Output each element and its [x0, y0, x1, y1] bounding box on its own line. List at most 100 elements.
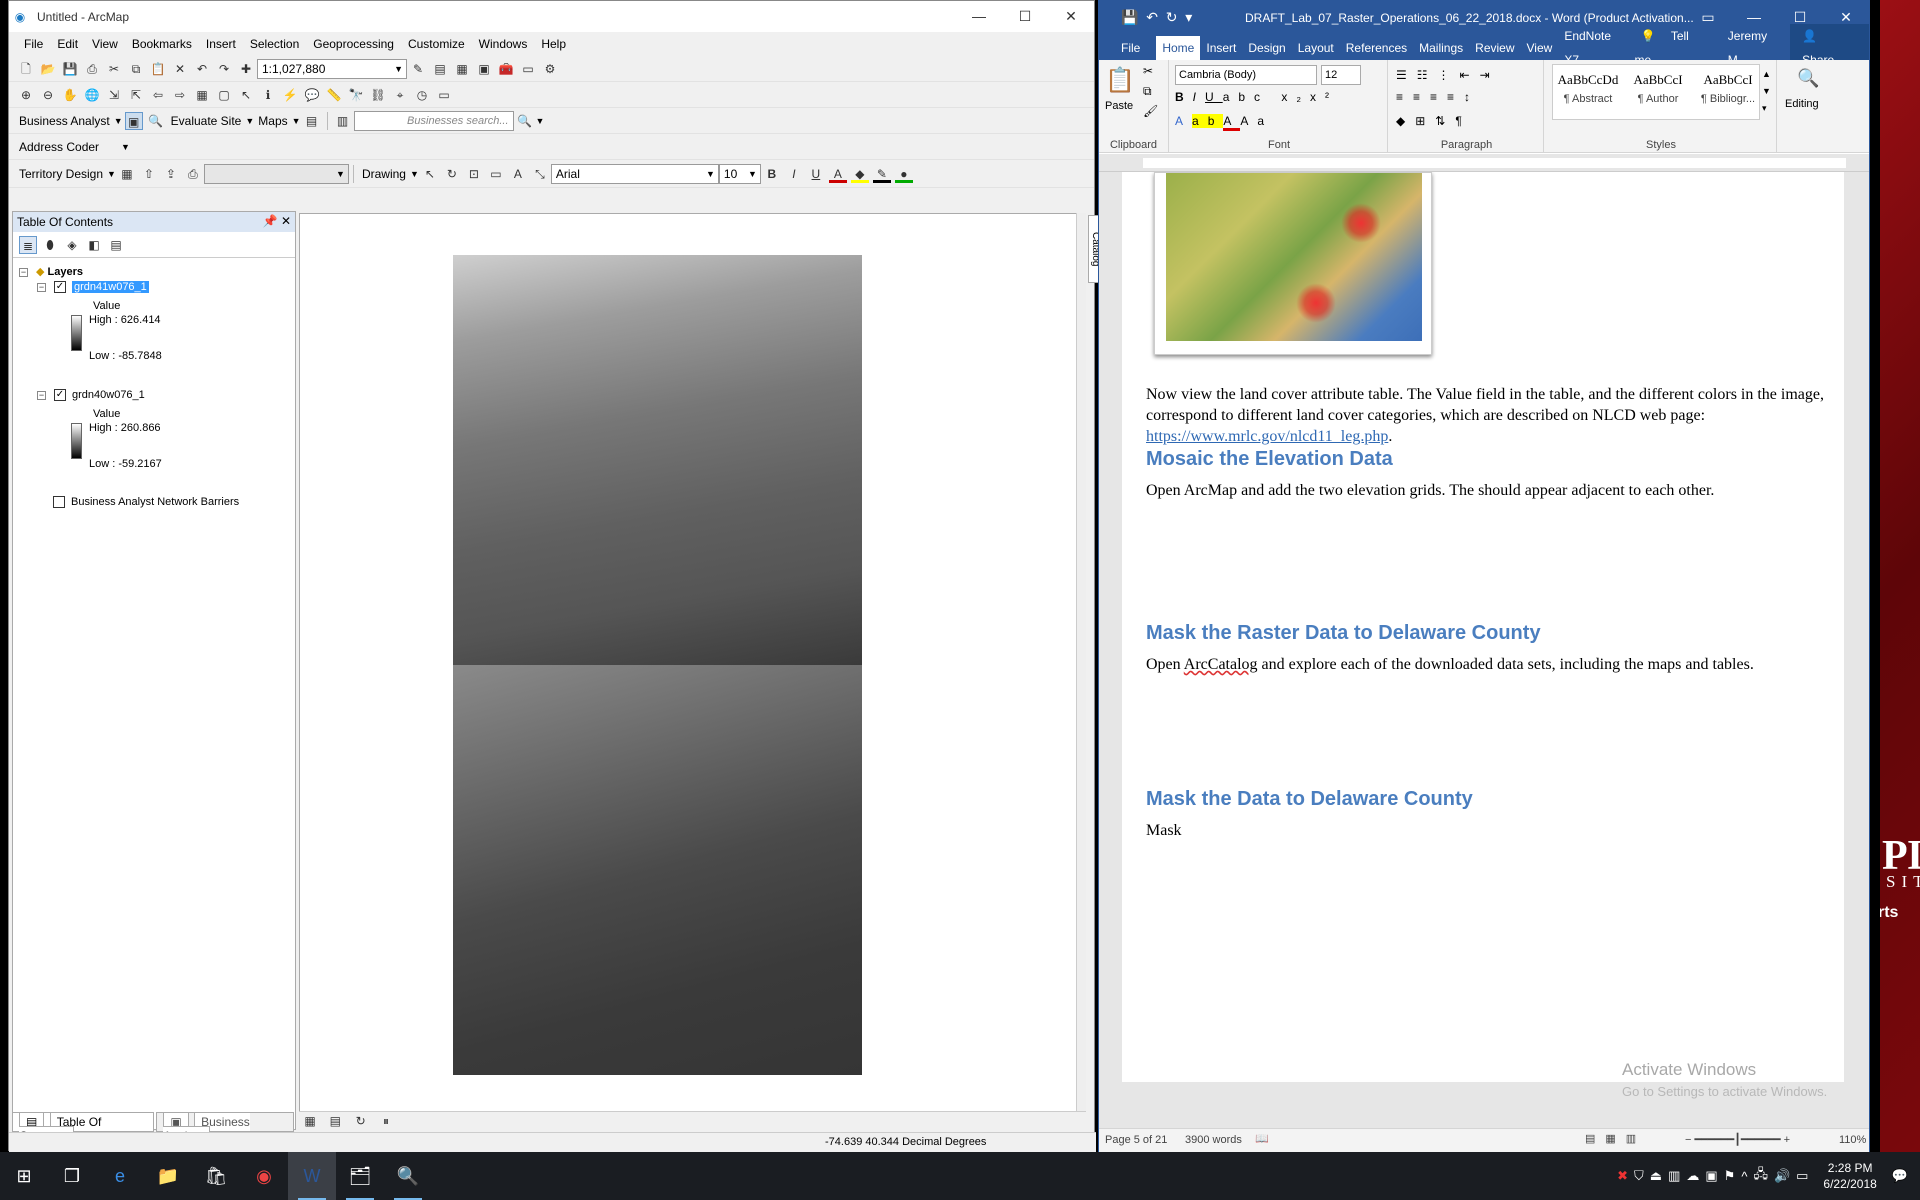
pause-drawing-icon[interactable]: ⏸	[377, 1112, 395, 1130]
proofing-icon[interactable]: 📖	[1255, 1132, 1269, 1145]
python-icon[interactable]: ▭	[519, 60, 537, 78]
layer-visibility-checkbox[interactable]	[53, 496, 65, 509]
edge-icon[interactable]: e	[96, 1152, 144, 1200]
tab-file[interactable]: File	[1099, 36, 1156, 60]
tab-review[interactable]: Review	[1469, 36, 1520, 60]
font-size-combo[interactable]: 10 ▼	[718, 163, 761, 184]
drawing-menu[interactable]: Drawing	[362, 167, 406, 181]
tray-icon-2[interactable]: ▣	[1705, 1168, 1717, 1184]
territory-icon-4[interactable]: ⎙	[184, 165, 202, 183]
pin-icon[interactable]: 📌	[263, 214, 278, 228]
scale-combo[interactable]: 1:1,027,880 ▼	[257, 58, 407, 79]
territory-combo[interactable]: ▼	[203, 163, 349, 184]
redo-icon[interactable]: ↻	[1166, 9, 1178, 25]
cut-icon[interactable]: ✂	[105, 60, 123, 78]
maximize-button[interactable]: ☐	[1002, 1, 1048, 32]
layer-grdn40w076[interactable]: − ✓ grdn40w076_1	[37, 389, 145, 402]
map-horizontal-scrollbar[interactable]: ▦ ▤ ↻ ⏸	[299, 1111, 1086, 1131]
format-painter-icon[interactable]: 🖌	[1143, 104, 1158, 118]
tab-view[interactable]: View	[1521, 36, 1559, 60]
list-by-drawing-order-icon[interactable]: ≣	[19, 235, 37, 254]
underline-icon[interactable]: U	[807, 165, 825, 183]
text-icon[interactable]: A	[509, 165, 527, 183]
menu-bookmarks[interactable]: Bookmarks	[132, 37, 192, 51]
file-explorer-icon[interactable]: 📁	[144, 1152, 192, 1200]
fixed-zoom-in-icon[interactable]: ⇲	[105, 86, 123, 104]
map-display[interactable]	[299, 213, 1086, 1118]
layer-name[interactable]: Business Analyst Network Barriers	[71, 496, 239, 508]
html-popup-icon[interactable]: 💬	[303, 86, 321, 104]
layers-root[interactable]: − ◆ Layers	[19, 265, 83, 278]
pan-icon[interactable]: ✋	[61, 86, 79, 104]
back-extent-icon[interactable]: ⇦	[149, 86, 167, 104]
layer-name[interactable]: grdn40w076_1	[72, 389, 145, 401]
select-elements-icon-2[interactable]: ↖	[421, 165, 439, 183]
onedrive-icon[interactable]: ☁	[1686, 1168, 1699, 1184]
defender-icon[interactable]: ⛉	[1634, 1168, 1644, 1184]
select-features-icon[interactable]: ▦	[193, 86, 211, 104]
business-search-input[interactable]: Businesses search...	[353, 110, 514, 131]
ba-search-icon[interactable]: 🔍	[147, 112, 165, 130]
shading-buttons[interactable]: ◆⊞⇅¶	[1396, 114, 1472, 128]
xy-icon[interactable]: ⌖	[391, 86, 409, 104]
editor-icon[interactable]: ✎	[409, 60, 427, 78]
paste-icon[interactable]: 📋	[1105, 66, 1135, 95]
layer-network-barriers[interactable]: Business Analyst Network Barriers	[53, 496, 239, 509]
identify-icon[interactable]: ℹ	[259, 86, 277, 104]
find-icon[interactable]: 🔭	[347, 86, 365, 104]
align-buttons[interactable]: ≡≡≡≡↕	[1396, 90, 1480, 104]
layer-visibility-checkbox[interactable]: ✓	[54, 281, 66, 294]
forward-extent-icon[interactable]: ⇨	[171, 86, 189, 104]
style-bibliography[interactable]: AaBbCcI ¶ Bibliogr...	[1693, 67, 1763, 105]
copy-icon[interactable]: ⧉	[1143, 84, 1152, 99]
menu-view[interactable]: View	[92, 37, 118, 51]
spelling-flag[interactable]: ArcCatalog	[1184, 656, 1258, 673]
tray-generic-icon[interactable]: ▥	[1668, 1168, 1680, 1184]
arcmap-icon[interactable]: 🔍	[384, 1152, 432, 1200]
zoom-out-icon[interactable]: ⊖	[39, 86, 57, 104]
document-page[interactable]: Now view the land cover attribute table.…	[1122, 172, 1844, 1099]
font-name-combo[interactable]: Cambria (Body)	[1175, 65, 1317, 85]
heading-mosaic[interactable]: Mosaic the Elevation Data	[1146, 448, 1393, 471]
font-color-icon[interactable]: A	[828, 165, 847, 183]
zoom-in-icon[interactable]: ⊕	[17, 86, 35, 104]
map-vertical-scrollbar[interactable]	[1076, 213, 1086, 1118]
tray-usb-icon[interactable]: ⏏	[1650, 1168, 1662, 1184]
list-buttons[interactable]: ☰☷⋮⇤⇥	[1396, 68, 1500, 82]
paste-label[interactable]: Paste	[1105, 100, 1133, 112]
save-icon[interactable]: 💾	[61, 60, 79, 78]
land-cover-image[interactable]	[1154, 172, 1432, 355]
create-viewer-icon[interactable]: ▭	[435, 86, 453, 104]
zoom-level[interactable]: 110%	[1839, 1134, 1866, 1146]
territory-icon-3[interactable]: ⇪	[162, 165, 180, 183]
word-icon[interactable]: W	[288, 1152, 336, 1200]
paragraph-mask[interactable]: Mask	[1146, 820, 1826, 841]
new-icon[interactable]: 🗋	[17, 60, 35, 78]
copy-icon[interactable]: ⧉	[127, 60, 145, 78]
tray-app-icon[interactable]: ✖	[1617, 1168, 1628, 1184]
list-by-visibility-icon[interactable]: ◈	[63, 236, 81, 254]
customize-qat-icon[interactable]: ▾	[1185, 9, 1192, 25]
find-route-icon[interactable]: ⛓	[369, 86, 387, 104]
font-combo[interactable]: Arial ▼	[550, 163, 719, 184]
layer-visibility-checkbox[interactable]: ✓	[54, 389, 66, 402]
tab-home[interactable]: Home	[1156, 36, 1201, 60]
font-color-buttons[interactable]: AabAAa	[1175, 114, 1273, 131]
menu-help[interactable]: Help	[541, 37, 566, 51]
print-icon[interactable]: ⎙	[83, 60, 101, 78]
show-hidden-icons[interactable]: ^	[1741, 1169, 1747, 1184]
data-view-icon[interactable]: ▦	[301, 1112, 319, 1130]
rectangle-icon[interactable]: ▭	[487, 165, 505, 183]
menu-edit[interactable]: Edit	[57, 37, 78, 51]
tab-table-of-contents[interactable]: ▤ Table Of Contents	[12, 1112, 155, 1146]
paste-icon[interactable]: 📋	[149, 60, 167, 78]
zoom-slider[interactable]: − ━━━━━━┃━━━━━━ +	[1685, 1133, 1790, 1146]
cut-icon[interactable]: ✂	[1143, 64, 1153, 78]
undo-icon[interactable]: ↶	[193, 60, 211, 78]
model-builder-icon[interactable]: ⚙	[541, 60, 559, 78]
undo-icon[interactable]: ↶	[1146, 9, 1158, 25]
close-button[interactable]: ✕	[1048, 1, 1094, 32]
territory-icon-2[interactable]: ⇧	[140, 165, 158, 183]
task-view-icon[interactable]: ❐	[48, 1152, 96, 1200]
store-icon[interactable]: 🛍	[192, 1152, 240, 1200]
